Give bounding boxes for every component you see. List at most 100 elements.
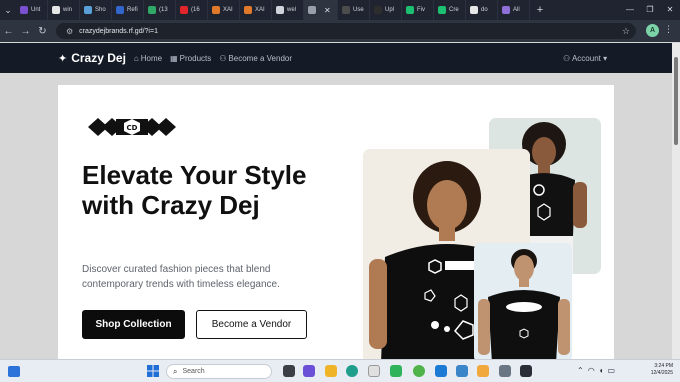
browser-tab[interactable]: Upl bbox=[370, 0, 402, 20]
become-vendor-button[interactable]: Become a Vendor bbox=[196, 310, 307, 339]
windows-taskbar: ⌕ Search ⌃ ◠ ◖ ▭ 3:24 PM 12/4/2025 bbox=[0, 359, 680, 382]
nav-link-become-a-vendor[interactable]: ⚇ Become a Vendor bbox=[219, 54, 292, 63]
brand-icon: ✦ bbox=[58, 52, 68, 65]
chrome-icon[interactable] bbox=[413, 365, 425, 377]
browser-tab[interactable]: XAI bbox=[208, 0, 240, 20]
browser-tab[interactable]: XAI bbox=[240, 0, 272, 20]
tab-title: Upl bbox=[385, 7, 395, 13]
crazy-dej-logo: CD bbox=[88, 118, 176, 136]
play-store-icon[interactable] bbox=[390, 365, 402, 377]
app-icon-4[interactable] bbox=[499, 365, 511, 377]
tab-favicon-icon bbox=[84, 6, 92, 14]
tab-list: Unt win Sho Refi (13 (16 XAI XAI wel ✕ Use Upl Fiv Cr… bbox=[16, 0, 530, 20]
tab-favicon-icon bbox=[148, 6, 156, 14]
account-menu[interactable]: ⚇ Account ▾ bbox=[563, 54, 607, 63]
browser-tab[interactable]: Fiv bbox=[402, 0, 434, 20]
back-icon[interactable]: ← bbox=[0, 26, 17, 37]
tab-title: wel bbox=[287, 7, 297, 13]
site-info-icon[interactable]: ⚙ bbox=[66, 27, 73, 36]
app-icon[interactable] bbox=[368, 365, 380, 377]
maximize-icon[interactable]: ❐ bbox=[640, 0, 660, 20]
tab-favicon-icon bbox=[244, 6, 252, 14]
app-icon-5[interactable] bbox=[520, 365, 532, 377]
user-plus-icon: ⚇ bbox=[219, 53, 227, 63]
wifi-icon[interactable]: ◠ bbox=[588, 366, 595, 375]
scrollbar-thumb[interactable] bbox=[674, 57, 678, 145]
tab-title: Cre bbox=[449, 7, 459, 13]
tab-favicon-icon bbox=[438, 6, 446, 14]
profile-avatar[interactable]: A bbox=[646, 24, 659, 37]
browser-tab[interactable]: do bbox=[466, 0, 498, 20]
browser-tab[interactable]: Refi bbox=[112, 0, 144, 20]
browser-tab[interactable]: Unt bbox=[16, 0, 48, 20]
shop-collection-button[interactable]: Shop Collection bbox=[82, 310, 185, 339]
chevron-up-icon[interactable]: ⌃ bbox=[577, 366, 584, 375]
battery-icon[interactable]: ▭ bbox=[608, 366, 616, 375]
tab-title: (13 bbox=[159, 7, 168, 13]
windows-start-icon[interactable] bbox=[147, 365, 159, 377]
tab-title: (16 bbox=[191, 7, 200, 13]
browser-tab[interactable]: (13 bbox=[144, 0, 176, 20]
close-window-icon[interactable]: ✕ bbox=[660, 0, 680, 20]
tab-favicon-icon bbox=[406, 6, 414, 14]
tab-close-icon[interactable]: ✕ bbox=[324, 6, 331, 15]
nav-link-label: Become a Vendor bbox=[228, 53, 293, 63]
tab-title: Fiv bbox=[417, 7, 425, 13]
browser-tab[interactable]: win bbox=[48, 0, 80, 20]
app-icon-2[interactable] bbox=[456, 365, 468, 377]
browser-tab[interactable]: (16 bbox=[176, 0, 208, 20]
site-navbar: ✦ Crazy Dej ⌂ Home ▦ Products ⚇ Become a Vend… bbox=[0, 43, 672, 73]
search-placeholder: Search bbox=[182, 368, 205, 375]
nav-link-products[interactable]: ▦ Products bbox=[170, 54, 211, 63]
browser-tab-strip: ⌄ Unt win Sho Refi (13 (16 XAI XAI wel ✕ Use Upl Fiv… bbox=[0, 0, 680, 20]
page-scrollbar[interactable] bbox=[672, 43, 680, 359]
forward-icon[interactable]: → bbox=[17, 26, 34, 37]
window-controls: — ❐ ✕ bbox=[620, 0, 680, 20]
browser-tab[interactable]: ✕ bbox=[304, 0, 338, 20]
chat-icon[interactable] bbox=[303, 365, 315, 377]
browser-tab[interactable]: Sho bbox=[80, 0, 112, 20]
browser-tab[interactable]: Cre bbox=[434, 0, 466, 20]
task-view-icon[interactable] bbox=[283, 365, 295, 377]
tab-favicon-icon bbox=[180, 6, 188, 14]
tab-favicon-icon bbox=[374, 6, 382, 14]
new-tab-button[interactable]: + bbox=[532, 4, 548, 16]
brand-logo[interactable]: ✦ Crazy Dej bbox=[58, 51, 126, 65]
browser-tab[interactable]: Use bbox=[338, 0, 370, 20]
taskbar-search[interactable]: ⌕ Search bbox=[166, 364, 272, 379]
bookmark-star-icon[interactable]: ☆ bbox=[622, 26, 630, 37]
system-tray: ⌃ ◠ ◖ ▭ bbox=[577, 366, 615, 375]
edge-icon[interactable] bbox=[346, 365, 358, 377]
clock-time: 3:24 PM bbox=[654, 363, 673, 369]
account-label: Account bbox=[571, 53, 601, 63]
nav-link-label: Products bbox=[179, 53, 212, 63]
browser-tab[interactable]: All bbox=[498, 0, 530, 20]
app-icon-3[interactable] bbox=[477, 365, 489, 377]
address-bar[interactable]: ⚙ crazydejbrands.rf.gd/?i=1 ☆ bbox=[56, 23, 636, 39]
tab-title: XAI bbox=[223, 7, 233, 13]
file-explorer-icon[interactable] bbox=[325, 365, 337, 377]
tab-title: Refi bbox=[127, 7, 138, 13]
tab-title: Unt bbox=[31, 7, 41, 13]
speaker-icon[interactable]: ◖ bbox=[599, 366, 604, 375]
reload-icon[interactable]: ↻ bbox=[34, 26, 51, 37]
browser-menu-icon[interactable]: ⋮ bbox=[664, 24, 673, 35]
nav-link-home[interactable]: ⌂ Home bbox=[134, 54, 162, 63]
widgets-icon[interactable] bbox=[8, 366, 20, 377]
browser-tab[interactable]: wel bbox=[272, 0, 304, 20]
tab-favicon-icon bbox=[308, 6, 316, 14]
tab-title: win bbox=[63, 7, 73, 13]
caret-down-icon: ▾ bbox=[600, 53, 608, 63]
tab-favicon-icon bbox=[470, 6, 478, 14]
user-icon: ⚇ bbox=[563, 53, 572, 63]
hero-subtext: Discover curated fashion pieces that ble… bbox=[82, 264, 280, 290]
browser-toolbar: ← → ↻ ⚙ crazydejbrands.rf.gd/?i=1 ☆ A ⋮ bbox=[0, 20, 680, 42]
tab-search-icon[interactable]: ⌄ bbox=[0, 0, 16, 20]
search-icon: ⌕ bbox=[173, 366, 178, 376]
minimize-icon[interactable]: — bbox=[620, 0, 640, 20]
clock[interactable]: 3:24 PM 12/4/2025 bbox=[645, 363, 673, 377]
home-icon: ⌂ bbox=[133, 53, 139, 63]
hero-section: CD Elevate Your Style with Crazy Dej Dis… bbox=[58, 85, 614, 359]
tab-title: do bbox=[481, 7, 488, 13]
vscode-icon[interactable] bbox=[435, 365, 447, 377]
